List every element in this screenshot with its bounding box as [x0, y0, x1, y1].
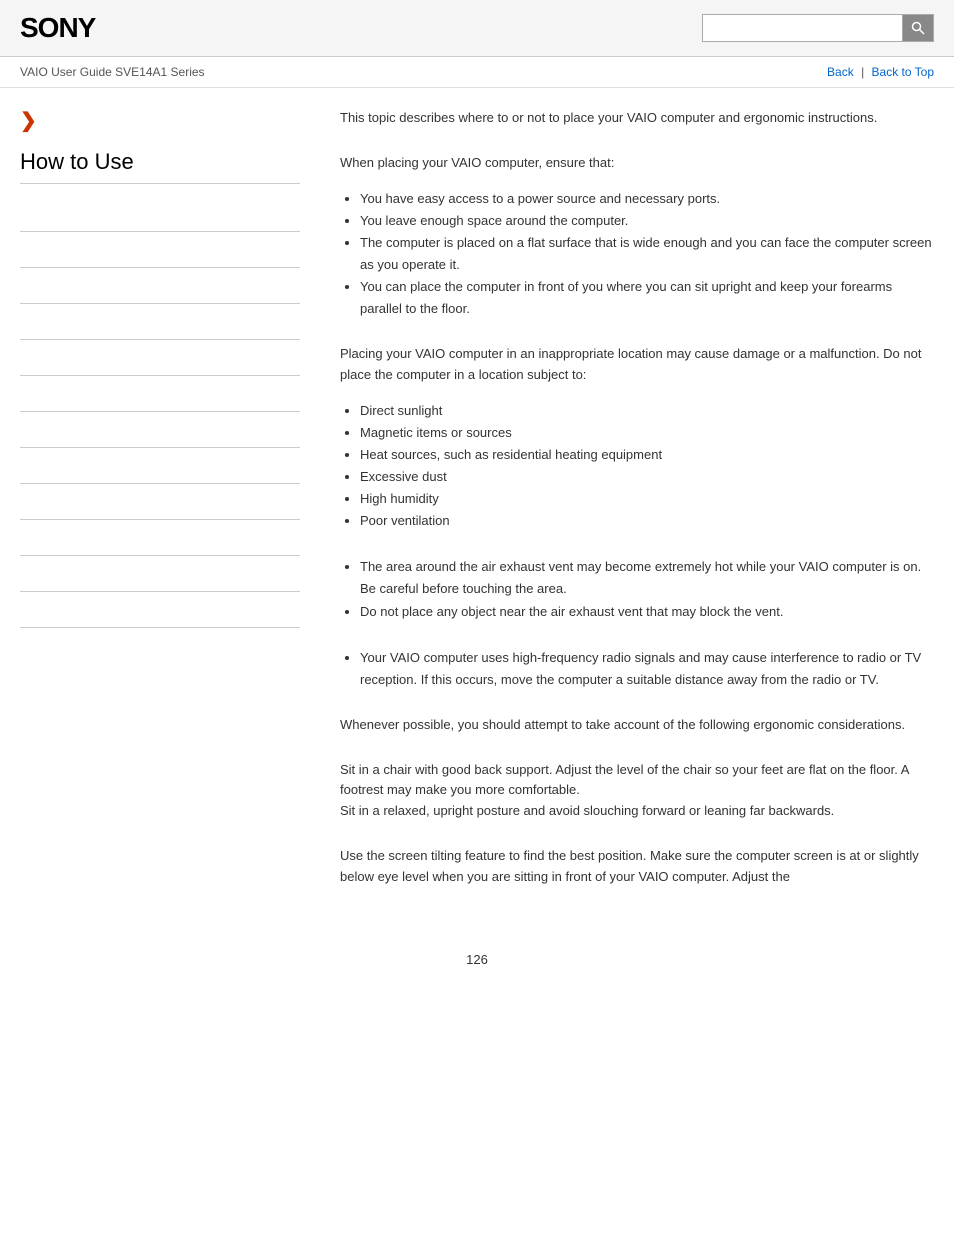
placement-item-2: You leave enough space around the comput… — [360, 210, 934, 232]
back-link[interactable]: Back — [827, 65, 854, 79]
header: SONY — [0, 0, 954, 57]
search-icon — [911, 21, 925, 35]
sidebar-item-9[interactable] — [20, 484, 300, 520]
nav-links: Back | Back to Top — [827, 65, 934, 79]
sidebar-item-12[interactable] — [20, 592, 300, 628]
warning-item-3: Heat sources, such as residential heatin… — [360, 444, 934, 466]
sony-logo: SONY — [20, 12, 95, 44]
search-area — [702, 14, 934, 42]
chair-text: Sit in a chair with good back support. A… — [340, 760, 934, 822]
intro-section: This topic describes where to or not to … — [340, 108, 934, 129]
sidebar-title: How to Use — [20, 149, 300, 184]
sidebar-chevron: ❯ — [20, 108, 300, 133]
warning-section: Placing your VAIO computer in an inappro… — [340, 344, 934, 532]
sidebar-item-5[interactable] — [20, 340, 300, 376]
nav-separator: | — [861, 65, 867, 79]
vent-item-1: The area around the air exhaust vent may… — [360, 556, 934, 600]
main-content: ❯ How to Use This topic describes where … — [0, 88, 954, 932]
vent-list: The area around the air exhaust vent may… — [360, 556, 934, 622]
breadcrumb-bar: VAIO User Guide SVE14A1 Series Back | Ba… — [0, 57, 954, 88]
breadcrumb-text: VAIO User Guide SVE14A1 Series — [20, 65, 205, 79]
sidebar-item-6[interactable] — [20, 376, 300, 412]
sidebar-item-2[interactable] — [20, 232, 300, 268]
warning-item-1: Direct sunlight — [360, 400, 934, 422]
radio-list: Your VAIO computer uses high-frequency r… — [360, 647, 934, 691]
placement-heading: When placing your VAIO computer, ensure … — [340, 153, 934, 174]
placement-item-4: You can place the computer in front of y… — [360, 276, 934, 320]
chair-section: Sit in a chair with good back support. A… — [340, 760, 934, 822]
sidebar-item-1[interactable] — [20, 196, 300, 232]
page-number: 126 — [0, 932, 954, 987]
warning-item-4: Excessive dust — [360, 466, 934, 488]
vent-item-2: Do not place any object near the air exh… — [360, 601, 934, 623]
warning-item-2: Magnetic items or sources — [360, 422, 934, 444]
radio-section: Your VAIO computer uses high-frequency r… — [340, 647, 934, 691]
sidebar-item-11[interactable] — [20, 556, 300, 592]
search-button[interactable] — [902, 14, 934, 42]
vent-section: The area around the air exhaust vent may… — [340, 556, 934, 622]
search-input[interactable] — [702, 14, 902, 42]
warning-item-6: Poor ventilation — [360, 510, 934, 532]
screen-section: Use the screen tilting feature to find t… — [340, 846, 934, 888]
placement-section: When placing your VAIO computer, ensure … — [340, 153, 934, 320]
ergonomic-intro-text: Whenever possible, you should attempt to… — [340, 715, 934, 736]
sidebar-item-7[interactable] — [20, 412, 300, 448]
radio-item-1: Your VAIO computer uses high-frequency r… — [360, 647, 934, 691]
sidebar-item-3[interactable] — [20, 268, 300, 304]
ergonomic-intro-section: Whenever possible, you should attempt to… — [340, 715, 934, 736]
warning-item-5: High humidity — [360, 488, 934, 510]
placement-item-1: You have easy access to a power source a… — [360, 188, 934, 210]
back-to-top-link[interactable]: Back to Top — [872, 65, 934, 79]
screen-text: Use the screen tilting feature to find t… — [340, 846, 934, 888]
sidebar-item-8[interactable] — [20, 448, 300, 484]
warning-intro: Placing your VAIO computer in an inappro… — [340, 344, 934, 386]
sidebar-item-10[interactable] — [20, 520, 300, 556]
warning-list: Direct sunlight Magnetic items or source… — [360, 400, 934, 533]
sidebar: ❯ How to Use — [20, 108, 320, 912]
sidebar-item-4[interactable] — [20, 304, 300, 340]
placement-list: You have easy access to a power source a… — [360, 188, 934, 321]
intro-text: This topic describes where to or not to … — [340, 108, 934, 129]
placement-item-3: The computer is placed on a flat surface… — [360, 232, 934, 276]
content-area: This topic describes where to or not to … — [320, 108, 934, 912]
